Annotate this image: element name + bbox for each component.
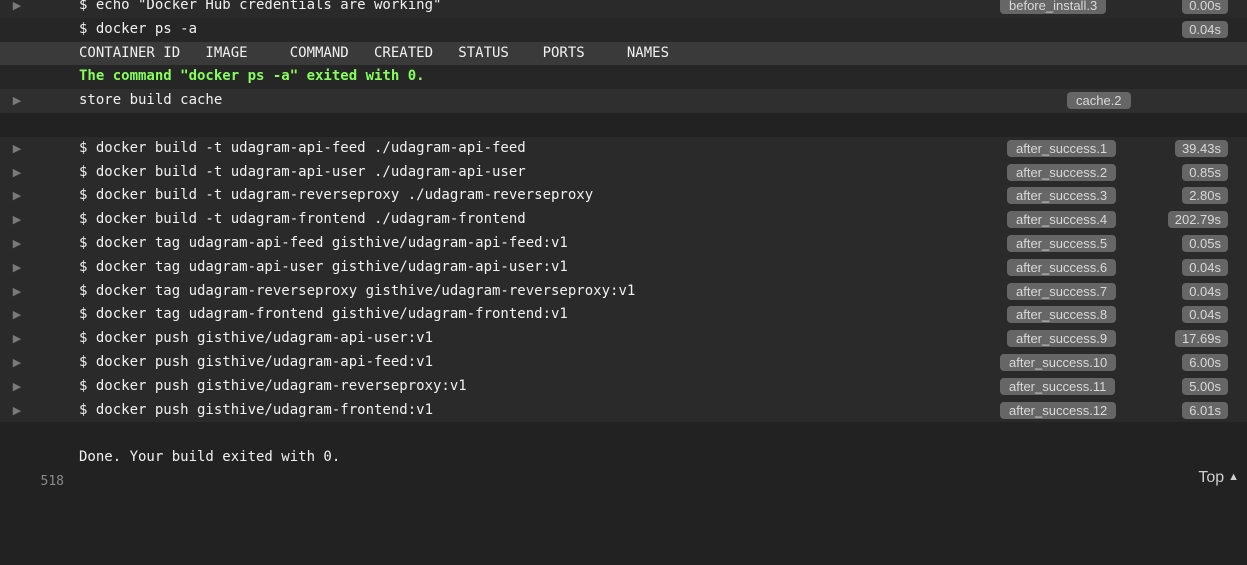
log-line-497[interactable]: ▶ 497 $ docker tag udagram-api-feed gist… [0,231,1247,299]
fold-arrow-icon[interactable]: ▶ [12,161,22,185]
fold-arrow-icon[interactable]: ▶ [12,399,22,423]
caret-up-icon: ▲ [1228,471,1239,483]
log-text: $ docker push gisthive/udagram-api-feed:… [79,353,434,370]
duration-badge: 0.04s [1182,20,1228,38]
log-text: $ echo "Docker Hub credentials are worki… [79,0,442,13]
fold-tag: after_success.12 [1000,401,1117,419]
duration-badge: 202.79s [1167,211,1228,229]
fold-arrow-icon[interactable]: ▶ [12,89,22,113]
fold-arrow-icon[interactable]: ▶ [12,256,22,280]
log-text: Done. Your build exited with 0. [79,449,341,466]
fold-tag: after_success.1 [1007,139,1117,157]
fold-arrow-icon[interactable]: ▶ [12,327,22,351]
log-line-274[interactable]: ▶ 274 $ docker build -t udagram-api-user… [0,160,1247,227]
log-line-505[interactable]: ▶ 505 $ docker push gisthive/udagram-api… [0,350,1247,418]
duration-badge: 6.01s [1182,401,1228,419]
log-text: $ docker ps -a [79,20,198,37]
top-link-label: Top [1198,469,1225,486]
log-text: $ docker tag udagram-frontend gisthive/u… [79,306,568,323]
fold-tag: cache.2 [1067,92,1131,110]
scroll-to-top-link[interactable]: Top ▲ [1198,469,1239,487]
log-line-517: 517 [0,422,1247,465]
line-number[interactable]: 518 [26,470,64,494]
duration-badge: 17.69s [1174,330,1228,348]
duration-badge: 0.04s [1182,282,1228,300]
log-line-310[interactable]: ▶ 310 $ docker build -t udagram-frontend… [0,208,1247,275]
fold-arrow-icon[interactable]: ▶ [12,303,22,327]
log-line-235[interactable]: ▶ 235 $ docker build -t udagram-api-feed… [0,136,1247,203]
fold-arrow-icon[interactable]: ▶ [12,184,22,208]
fold-tag: after_success.3 [1007,187,1117,205]
fold-tag: after_success.10 [1000,353,1117,371]
duration-badge: 0.85s [1182,163,1228,181]
fold-tag: after_success.6 [1007,258,1117,276]
log-text: $ docker push gisthive/udagram-frontend:… [79,401,434,418]
log-text: $ docker build -t udagram-api-user ./uda… [79,163,526,180]
log-line-509[interactable]: ▶ 509 $ docker push gisthive/udagram-rev… [0,374,1247,441]
log-line-501[interactable]: ▶ 501 $ docker push gisthive/udagram-api… [0,327,1247,394]
fold-tag: after_success.8 [1007,306,1117,324]
fold-arrow-icon[interactable]: ▶ [12,208,22,232]
build-log: ▶ 225 $ echo "Docker Hub credentials are… [0,0,1247,489]
fold-tag: after_success.11 [1000,377,1116,395]
log-line-228: 228 CONTAINER ID IMAGE COMMAND CREATED S… [0,41,1247,84]
log-text: $ docker tag udagram-api-feed gisthive/u… [79,234,568,251]
log-text: $ docker push gisthive/udagram-api-user:… [79,330,434,347]
exit-status-text: The command "docker ps -a" exited with 0… [79,68,425,85]
log-text: CONTAINER ID IMAGE COMMAND CREATED STATU… [79,44,670,61]
duration-badge: 5.00s [1182,377,1228,395]
log-line-225[interactable]: ▶ 225 $ echo "Docker Hub credentials are… [0,0,1247,61]
fold-arrow-icon[interactable]: ▶ [12,375,22,399]
fold-arrow-icon[interactable]: ▶ [12,137,22,161]
log-line-299[interactable]: ▶ 299 $ docker build -t udagram-reversep… [0,184,1247,251]
log-text: store build cache [79,92,223,109]
fold-arrow-icon[interactable]: ▶ [12,351,22,375]
log-line-499[interactable]: ▶ 499 $ docker tag udagram-reverseproxy … [0,279,1247,346]
log-text: $ docker build -t udagram-frontend ./uda… [79,211,526,228]
fold-tag: after_success.7 [1007,282,1117,300]
log-line-227: 227 $ docker ps -a 0.04s [0,17,1247,61]
log-text: $ docker push gisthive/udagram-reversepr… [79,377,467,394]
log-line-230[interactable]: ▶ 230 store build cache cache.2 [0,89,1247,156]
fold-tag: after_success.4 [1007,211,1117,229]
log-line-513[interactable]: ▶ 513 $ docker push gisthive/udagram-fro… [0,398,1247,465]
duration-badge: 39.43s [1174,139,1228,157]
fold-tag: after_success.9 [1007,330,1117,348]
duration-badge: 6.00s [1182,353,1228,371]
duration-badge: 2.80s [1182,187,1228,205]
log-text: $ docker build -t udagram-reverseproxy .… [79,187,594,204]
fold-tag: after_success.2 [1007,163,1117,181]
log-line-498[interactable]: ▶ 498 $ docker tag udagram-api-user gist… [0,255,1247,322]
fold-tag: after_success.5 [1007,234,1117,252]
log-text: $ docker tag udagram-api-user gisthive/u… [79,258,568,275]
duration-badge: 0.04s [1182,306,1228,324]
log-line-234: 234 [0,112,1247,156]
fold-arrow-icon[interactable]: ▶ [12,0,22,18]
log-line-500[interactable]: ▶ 500 $ docker tag udagram-frontend gist… [0,303,1247,370]
fold-arrow-icon[interactable]: ▶ [12,280,22,304]
duration-badge: 0.00s [1182,0,1228,14]
fold-tag: before_install.3 [1000,0,1107,14]
duration-badge: 0.04s [1182,258,1228,276]
fold-arrow-icon[interactable]: ▶ [12,232,22,256]
duration-badge: 0.05s [1182,234,1228,252]
log-line-518: 518 Done. Your build exited with 0. [0,446,1247,489]
log-line-229: 229 The command "docker ps -a" exited wi… [0,65,1247,108]
log-text: $ docker build -t udagram-api-feed ./uda… [79,139,526,156]
log-text: $ docker tag udagram-reverseproxy gisthi… [79,282,636,299]
